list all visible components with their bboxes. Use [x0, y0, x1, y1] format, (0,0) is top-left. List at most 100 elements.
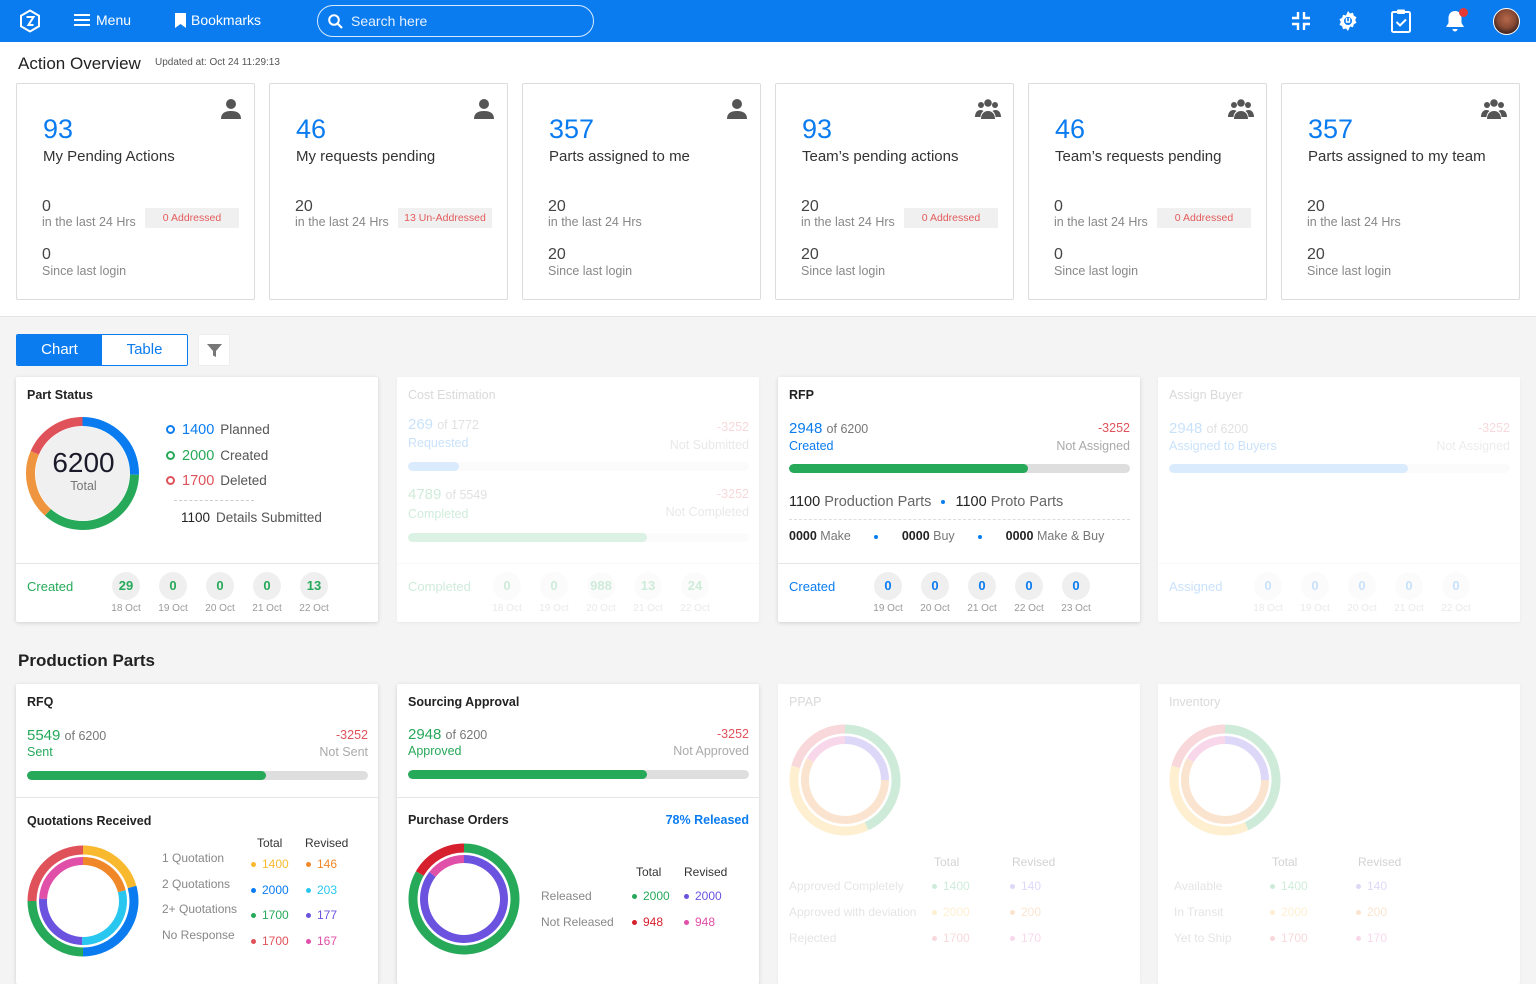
last-24h-label: in the last 24 Hrs: [42, 215, 136, 229]
filter-button[interactable]: [198, 334, 230, 366]
search-input[interactable]: [351, 13, 571, 29]
search-icon: [328, 13, 343, 29]
card-title: RFQ: [27, 695, 54, 709]
timeline-chip[interactable]: 0: [1301, 572, 1329, 600]
timeline-chip[interactable]: 0: [1348, 572, 1376, 600]
rfq-card[interactable]: RFQ 5549 of 6200 Sent -3252 Not Sent Quo…: [16, 684, 378, 984]
inventory-card[interactable]: Inventory Total Revised Available 1400 140 In…: [1158, 684, 1520, 984]
timeline-chip[interactable]: 0: [1395, 572, 1423, 600]
rfp-card[interactable]: RFP 2948 of 6200 Created -3252 Not Assig…: [778, 377, 1140, 622]
total-value: 1700: [943, 931, 970, 945]
card-title: Assign Buyer: [1169, 388, 1243, 402]
timeline-footer: Created 0 19 Oct 0 20 Oct 0 21 Oct 0 22 Oct 0 23 …: [778, 563, 1140, 622]
timeline-date: 22 Oct: [1014, 603, 1044, 614]
page-title: Action Overview: [18, 54, 141, 73]
legend-dot: [1270, 910, 1275, 916]
notification-badge: [1459, 8, 1468, 17]
not-sent-label: Not Sent: [319, 745, 368, 759]
timeline-chip[interactable]: 0: [159, 572, 187, 600]
timeline-chip[interactable]: 29: [112, 572, 140, 600]
timeline-chip[interactable]: 0: [540, 572, 568, 600]
action-card[interactable]: 93 My Pending Actions 0 in the last 24 Hrs 0…: [16, 83, 255, 300]
progress-fill: [1169, 464, 1408, 473]
tab-chart[interactable]: Chart: [17, 335, 102, 365]
requested-of: of 1772: [437, 418, 479, 432]
user-icon: [220, 98, 242, 120]
timeline-date: 19 Oct: [873, 603, 903, 614]
timeline-chip[interactable]: 0: [1254, 572, 1282, 600]
row-label: 2+ Quotations: [162, 902, 238, 916]
action-card[interactable]: 46 Team’s requests pending 0 in the last 24…: [1028, 83, 1267, 300]
quotations-donut: [27, 845, 139, 957]
addressed-badge: 0 Addressed: [1157, 208, 1251, 228]
action-card[interactable]: 93 Team’s pending actions 20 in the last 24…: [775, 83, 1014, 300]
cost-estimation-card[interactable]: Cost Estimation 269 of 1772 Requested -3…: [397, 377, 759, 622]
menu-button[interactable]: Menu: [74, 12, 131, 28]
action-card[interactable]: 357 Parts assigned to my team 20 in the las…: [1281, 83, 1520, 300]
divider: [16, 797, 378, 798]
bookmarks-button[interactable]: Bookmarks: [175, 12, 261, 28]
users-icon: [975, 98, 1001, 120]
search-box[interactable]: [317, 5, 594, 37]
purchase-orders-title: Purchase Orders: [408, 813, 509, 827]
legend-label: Created: [220, 447, 269, 463]
row-label: No Response: [162, 927, 235, 942]
timeline-chip[interactable]: 0: [968, 572, 996, 600]
logo-icon[interactable]: [18, 9, 42, 33]
assign-buyer-card[interactable]: Assign Buyer 2948 of 6200 Assigned to Bu…: [1158, 377, 1520, 622]
separator-dot: [978, 534, 983, 539]
notifications-button[interactable]: [1442, 8, 1468, 34]
row-label: Released: [541, 889, 592, 903]
total-value: 1700: [262, 908, 289, 922]
timeline-date: 20 Oct: [920, 603, 950, 614]
legend-dot: [306, 887, 311, 893]
legend-dot: [1356, 910, 1361, 916]
addressed-badge: 0 Addressed: [145, 208, 239, 228]
action-card[interactable]: 46 My requests pending 20 in the last 24 Hr…: [269, 83, 508, 300]
timeline-chip[interactable]: 0: [493, 572, 521, 600]
row-label: Available: [1174, 879, 1223, 893]
row-revised: 170: [1356, 931, 1387, 945]
tasks-button[interactable]: [1388, 8, 1414, 34]
action-count: 46: [1055, 114, 1086, 144]
row-revised: 948: [684, 915, 715, 929]
make-label: Make: [820, 529, 851, 543]
sourcing-approval-card[interactable]: Sourcing Approval 2948 of 6200 Approved …: [397, 684, 759, 984]
timeline-chip[interactable]: 13: [300, 572, 328, 600]
timeline-date: 20 Oct: [1347, 603, 1377, 614]
timeline-chip[interactable]: 24: [681, 572, 709, 600]
timeline-chip[interactable]: 0: [1062, 572, 1090, 600]
action-card[interactable]: 357 Parts assigned to me 20 in the last 24 …: [522, 83, 761, 300]
total-value: 1400: [1281, 879, 1308, 893]
part-status-card[interactable]: Part Status 6200 Total 1400 Planned 2000 Cr…: [16, 377, 378, 622]
timeline-chip[interactable]: 13: [634, 572, 662, 600]
row-revised: 203: [306, 883, 337, 897]
timeline-footer: Completed 0 18 Oct 0 19 Oct 988 20 Oct 13 21 Oc…: [397, 563, 759, 622]
legend-dot: [306, 938, 311, 944]
avatar[interactable]: [1493, 8, 1520, 35]
row-total: 1400: [251, 857, 289, 871]
not-submitted-value: -3252: [717, 420, 749, 434]
timeline-footer: Created 29 18 Oct 0 19 Oct 0 20 Oct 0 21 Oct 13 2…: [16, 563, 378, 622]
view-toggle: Chart Table: [16, 334, 188, 366]
not-submitted-label: Not Submitted: [669, 438, 749, 452]
timeline-chip[interactable]: 0: [1015, 572, 1043, 600]
revised-value: 2000: [695, 889, 722, 903]
ppap-card[interactable]: PPAP Total Revised Approved Completely 1400…: [778, 684, 1140, 984]
timeline-chip[interactable]: 0: [253, 572, 281, 600]
tab-table[interactable]: Table: [102, 335, 187, 365]
details-value: 1100: [181, 510, 211, 525]
timeline-chip[interactable]: 0: [874, 572, 902, 600]
collapse-button[interactable]: [1288, 8, 1314, 34]
row-label: 1 Quotation: [162, 851, 225, 865]
timeline-chip[interactable]: 0: [921, 572, 949, 600]
timeline-date: 19 Oct: [158, 603, 188, 614]
released-percent-link[interactable]: 78% Released: [666, 813, 749, 827]
settings-button[interactable]: [1335, 8, 1361, 34]
column-header-revised: Revised: [305, 836, 349, 850]
timeline-chip[interactable]: 0: [1442, 572, 1470, 600]
timeline-chip[interactable]: 0: [206, 572, 234, 600]
row-total: 2000: [632, 889, 670, 903]
total-label: Total: [70, 479, 97, 493]
timeline-chip[interactable]: 988: [587, 572, 615, 600]
